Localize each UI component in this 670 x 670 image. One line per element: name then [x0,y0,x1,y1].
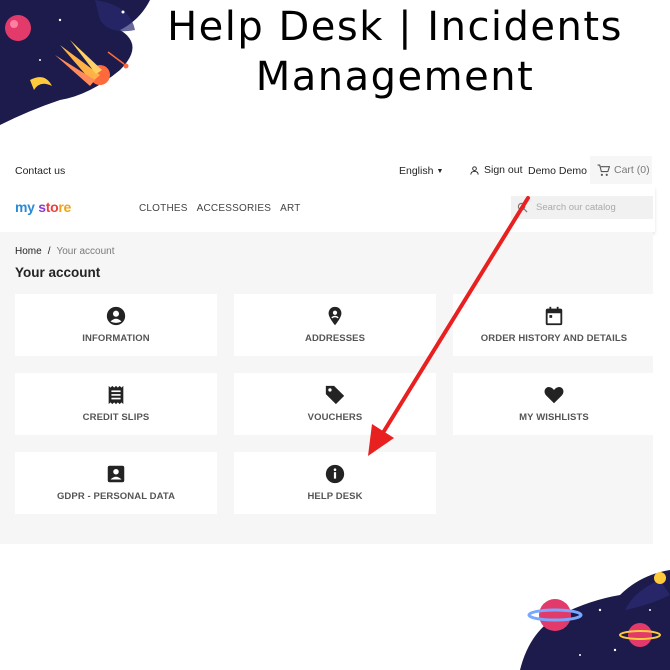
search-input[interactable] [536,202,646,213]
breadcrumb-current: Your account [56,246,115,257]
store-logo[interactable]: my store [15,199,71,215]
account-box-icon [105,463,127,485]
top-bar: Contact us English ▼ Sign out Demo Demo … [0,155,655,187]
search-box [511,196,653,219]
tag-icon [324,384,346,406]
user-outline-icon [470,165,479,175]
tile-label: VOUCHERS [307,412,363,423]
account-name-link[interactable]: Demo Demo [528,165,587,177]
sign-out-link[interactable]: Sign out [469,164,523,176]
search-icon[interactable] [517,202,528,213]
promo-title-line-2: Management [255,54,535,100]
shopping-cart-icon [597,164,610,176]
language-selector[interactable]: English ▼ [399,165,443,177]
info-icon [324,463,346,485]
contact-us-link[interactable]: Contact us [15,165,65,177]
sign-out-label: Sign out [484,164,523,176]
breadcrumb-home[interactable]: Home [15,246,42,257]
tile-label: ADDRESSES [304,333,366,344]
tile-label: GDPR - PERSONAL DATA [56,491,176,502]
tile-label: ORDER HISTORY AND DETAILS [480,333,628,344]
tile-help-desk[interactable]: HELP DESK [234,452,436,514]
tile-label: MY WISHLISTS [519,412,589,423]
location-pin-icon [324,305,346,327]
caret-down-icon: ▼ [436,167,444,175]
tile-addresses[interactable]: ADDRESSES [234,294,436,356]
nav-item-art[interactable]: ART [280,203,300,214]
receipt-icon [105,384,127,406]
main-nav: CLOTHES ACCESSORIES ART [139,203,301,214]
promo-title: Help Desk | Incidents Management [140,2,650,102]
heart-icon [543,384,565,406]
site-header: my store CLOTHES ACCESSORIES ART [0,187,655,232]
tile-vouchers[interactable]: VOUCHERS [234,373,436,435]
cart-button[interactable]: Cart (0) [590,156,652,184]
space-illustration-top [0,0,150,125]
tile-credit-slips[interactable]: CREDIT SLIPS [15,373,217,435]
language-label: English [399,165,434,177]
space-illustration-bottom [520,570,670,670]
tile-label: HELP DESK [307,491,363,502]
breadcrumb-separator: / [47,246,51,257]
promo-title-line-1: Help Desk | Incidents [167,4,623,50]
nav-item-clothes[interactable]: CLOTHES [139,203,188,214]
tile-label: CREDIT SLIPS [82,412,150,423]
tile-order-history[interactable]: ORDER HISTORY AND DETAILS [453,294,655,356]
tile-gdpr-personal-data[interactable]: GDPR - PERSONAL DATA [15,452,217,514]
page-title: Your account [15,265,101,280]
account-content: Home / Your account Your account INFORMA… [0,232,655,544]
breadcrumb: Home / Your account [15,246,114,257]
nav-item-accessories[interactable]: ACCESSORIES [197,203,271,214]
cart-label: Cart (0) [614,164,650,176]
user-circle-icon [105,305,127,327]
calendar-icon [543,305,565,327]
tile-label: INFORMATION [82,333,150,344]
tile-my-wishlists[interactable]: MY WISHLISTS [453,373,655,435]
tile-information[interactable]: INFORMATION [15,294,217,356]
